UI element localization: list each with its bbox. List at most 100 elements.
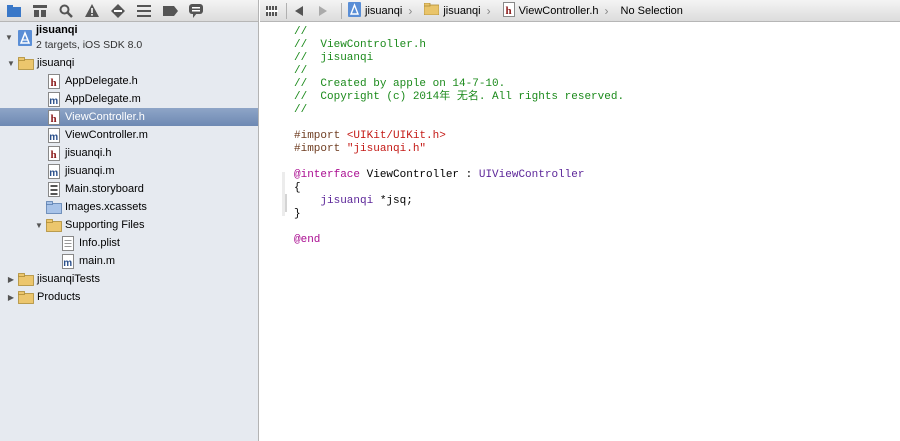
code-line: // ViewController.h: [294, 39, 427, 51]
navigator-item[interactable]: m main.m: [0, 252, 258, 270]
code-line: //: [294, 104, 308, 116]
navigator-item[interactable]: ▶ jisuanqiTests: [0, 270, 258, 288]
navigator-item[interactable]: h ViewController.h: [0, 108, 258, 126]
navigator-item-label: Products: [37, 291, 81, 303]
symbol-navigator-icon[interactable]: [32, 3, 48, 19]
code-line: // jisuanqi: [294, 52, 374, 64]
project-name: jisuanqi: [36, 24, 78, 36]
project-root-row[interactable]: ▼ jisuanqi 2 targets, iOS SDK 8.0: [0, 22, 258, 54]
code-line: {: [294, 182, 301, 194]
search-navigator-icon[interactable]: [58, 3, 74, 19]
navigator-item-label: jisuanqi: [37, 57, 75, 69]
asset-catalog-icon: [46, 199, 62, 215]
folder-icon: [46, 217, 62, 233]
navigator-item[interactable]: m ViewController.m: [0, 126, 258, 144]
jump-bar-project-segment[interactable]: jisuanqi ›: [348, 1, 418, 20]
project-navigator: ▼ jisuanqi 2 targets, iOS SDK 8.0 ▼ jisua…: [0, 0, 259, 441]
svg-text:m: m: [49, 168, 58, 179]
xcode-project-icon: [18, 30, 32, 49]
folder-icon: [18, 55, 34, 71]
navigator-item-label: Main.storyboard: [65, 183, 144, 195]
navigator-item-label: Supporting Files: [65, 219, 145, 231]
disclosure-open-icon[interactable]: ▼: [6, 58, 16, 68]
back-arrow-icon[interactable]: [295, 5, 303, 16]
editor-gutter[interactable]: [260, 22, 280, 441]
navigator-item-label: AppDelegate.h: [65, 75, 138, 87]
code-line: // Copyright (c) 2014年 无名. All rights re…: [294, 91, 625, 103]
code-line: #import "jisuanqi.h": [294, 143, 427, 155]
navigator-item[interactable]: ▼ jisuanqi: [0, 54, 258, 72]
svg-text:m: m: [63, 258, 72, 269]
chevron-right-icon: ›: [604, 3, 609, 18]
header-file-icon: h: [502, 1, 515, 20]
folder-icon: [18, 289, 34, 305]
navigator-toolbar: [0, 0, 258, 22]
navigator-item-label: ViewController.h: [65, 111, 145, 123]
navigator-item[interactable]: Images.xcassets: [0, 198, 258, 216]
forward-arrow-icon[interactable]: [319, 5, 327, 16]
code-line: #import <UIKit/UIKit.h>: [294, 130, 446, 142]
implementation-file-icon: m: [46, 127, 62, 143]
navigator-item[interactable]: h AppDelegate.h: [0, 72, 258, 90]
folder-icon: [423, 2, 440, 18]
navigator-item[interactable]: ▶ Products: [0, 288, 258, 306]
issue-navigator-icon[interactable]: [84, 3, 100, 19]
xcode-project-icon: [348, 1, 361, 20]
disclosure-open-icon[interactable]: ▼: [34, 220, 44, 230]
disclosure-open-icon[interactable]: ▼: [5, 33, 13, 42]
navigator-item-label: jisuanqi.m: [65, 165, 115, 177]
code-line: // Created by apple on 14-7-10.: [294, 78, 506, 90]
implementation-file-icon: m: [60, 253, 76, 269]
navigator-item-label: jisuanqiTests: [37, 273, 100, 285]
related-items-icon[interactable]: [266, 5, 278, 16]
folder-icon: [18, 271, 34, 287]
implementation-file-icon: m: [46, 163, 62, 179]
navigator-item-label: jisuanqi.h: [65, 147, 112, 159]
jump-bar-symbol-segment[interactable]: No Selection: [621, 5, 683, 17]
storyboard-file-icon: [46, 181, 62, 197]
code-line: }: [294, 208, 301, 220]
svg-text:h: h: [51, 77, 57, 89]
project-navigator-icon[interactable]: [6, 3, 22, 19]
jump-bar-file-segment[interactable]: h ViewController.h ›: [502, 1, 615, 20]
breakpoint-navigator-icon[interactable]: [162, 3, 178, 19]
code-text[interactable]: //// ViewController.h// jisuanqi//// Cre…: [294, 26, 624, 247]
code-line: //: [294, 65, 308, 77]
header-file-icon: h: [46, 109, 62, 125]
svg-text:h: h: [51, 149, 57, 161]
jump-bar-label: No Selection: [620, 4, 683, 17]
debug-navigator-icon[interactable]: [136, 3, 152, 19]
chevron-right-icon: ›: [486, 3, 491, 18]
navigator-item[interactable]: ▼ Supporting Files: [0, 216, 258, 234]
navigator-item[interactable]: Info.plist: [0, 234, 258, 252]
navigator-item[interactable]: m jisuanqi.m: [0, 162, 258, 180]
jump-bar-label: ViewController.h: [518, 4, 599, 17]
navigator-item[interactable]: h jisuanqi.h: [0, 144, 258, 162]
jump-bar-group-segment[interactable]: jisuanqi ›: [423, 2, 496, 18]
svg-text:h: h: [51, 113, 57, 125]
test-navigator-icon[interactable]: [110, 3, 126, 19]
plist-file-icon: [60, 235, 76, 251]
navigator-item[interactable]: Main.storyboard: [0, 180, 258, 198]
disclosure-closed-icon[interactable]: ▶: [6, 274, 16, 284]
log-navigator-icon[interactable]: [188, 3, 204, 19]
svg-text:h: h: [505, 5, 511, 17]
navigator-item[interactable]: m AppDelegate.m: [0, 90, 258, 108]
header-file-icon: h: [46, 145, 62, 161]
chevron-right-icon: ›: [408, 3, 413, 18]
code-line: jisuanqi *jsq;: [320, 195, 413, 207]
navigator-item-label: Images.xcassets: [65, 201, 147, 213]
navigator-item-label: main.m: [79, 255, 116, 267]
disclosure-closed-icon[interactable]: ▶: [6, 292, 16, 302]
